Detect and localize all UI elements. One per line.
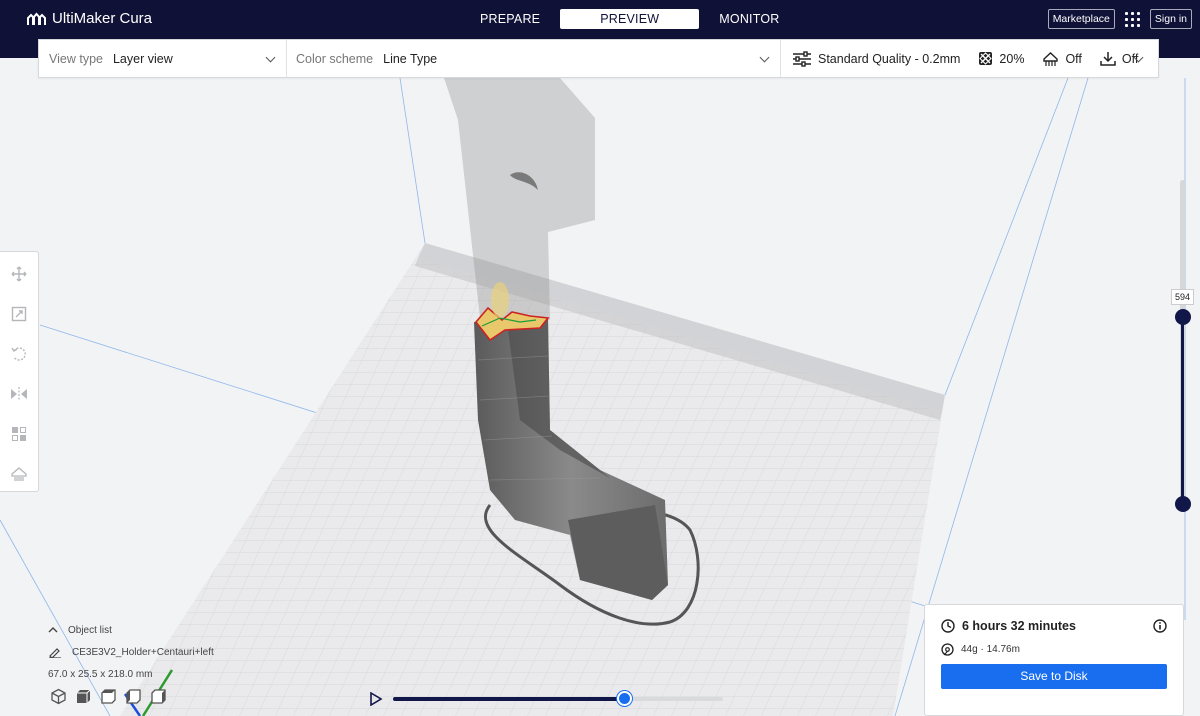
- quality-profile: Standard Quality - 0.2mm: [818, 51, 961, 66]
- layer-range-fill: [1181, 316, 1184, 504]
- adhesion-icon: [1100, 51, 1116, 66]
- rotate-tool-icon[interactable]: [9, 344, 29, 364]
- color-scheme-select[interactable]: Color scheme Line Type: [287, 40, 781, 77]
- mirror-tool-icon[interactable]: [9, 384, 29, 404]
- play-icon[interactable]: [369, 692, 383, 706]
- front-view-icon[interactable]: [75, 688, 92, 705]
- layer-lower-handle[interactable]: [1175, 496, 1191, 512]
- 3d-view-icon[interactable]: [50, 688, 67, 705]
- left-view-icon[interactable]: [125, 688, 142, 705]
- top-view-icon[interactable]: [100, 688, 117, 705]
- ultimaker-logo-icon: [27, 11, 46, 25]
- tab-preview[interactable]: PREVIEW: [560, 9, 700, 29]
- infill-value: 20%: [999, 51, 1025, 66]
- clock-icon: [941, 619, 955, 633]
- layer-number[interactable]: 594: [1171, 289, 1194, 305]
- support-icon: [1043, 51, 1059, 66]
- object-list-label: Object list: [68, 624, 112, 636]
- print-info-panel: 6 hours 32 minutes 44g · 14.76m Save to …: [924, 604, 1184, 716]
- move-tool-icon[interactable]: [9, 264, 29, 284]
- edit-pencil-icon: [49, 648, 61, 658]
- info-icon[interactable]: [1153, 619, 1167, 633]
- object-list-toggle[interactable]: Object list: [48, 619, 214, 641]
- app-name: UltiMaker Cura: [52, 10, 153, 27]
- stage-tabs: PREPARE PREVIEW MONITOR: [460, 9, 799, 29]
- color-scheme-label: Color scheme: [296, 51, 374, 66]
- spool-icon: [941, 643, 954, 656]
- tool-panel: [0, 251, 39, 492]
- tab-monitor[interactable]: MONITOR: [699, 9, 799, 29]
- print-settings-button[interactable]: Standard Quality - 0.2mm 20% Off Off: [781, 40, 1158, 77]
- chevron-up-icon: [48, 627, 58, 633]
- apps-grid-icon[interactable]: [1124, 11, 1140, 27]
- camera-view-buttons: [50, 688, 167, 705]
- chevron-down-icon: [265, 52, 276, 63]
- view-type-label: View type: [49, 51, 103, 66]
- layer-upper-handle[interactable]: [1175, 309, 1191, 325]
- color-scheme-value: Line Type: [383, 51, 438, 66]
- view-toolbar: View type Layer view Color scheme Line T…: [38, 39, 1159, 78]
- infill-icon: [979, 52, 993, 65]
- object-name: CE3E3V2_Holder+Centauri+left: [72, 646, 214, 658]
- support-blocker-icon[interactable]: [9, 464, 29, 484]
- save-to-disk-button[interactable]: Save to Disk: [941, 664, 1167, 689]
- view-type-value: Layer view: [112, 51, 173, 66]
- object-list-panel: Object list CE3E3V2_Holder+Centauri+left…: [48, 619, 214, 685]
- per-model-settings-icon[interactable]: [9, 424, 29, 444]
- material-usage: 44g · 14.76m: [961, 644, 1020, 655]
- path-slider-handle[interactable]: [617, 691, 632, 706]
- app-logo: UltiMaker Cura: [27, 10, 152, 27]
- chevron-down-icon: [759, 52, 770, 63]
- support-value: Off: [1065, 51, 1082, 66]
- sign-in-button[interactable]: Sign in: [1149, 9, 1192, 29]
- right-view-icon[interactable]: [150, 688, 167, 705]
- settings-sliders-icon: [793, 50, 811, 67]
- object-dimensions: 67.0 x 25.5 x 218.0 mm: [48, 668, 153, 680]
- print-time: 6 hours 32 minutes: [962, 619, 1076, 633]
- tab-prepare[interactable]: PREPARE: [460, 9, 560, 29]
- marketplace-button[interactable]: Marketplace: [1047, 9, 1115, 29]
- view-type-select[interactable]: View type Layer view: [39, 40, 287, 77]
- object-name-row[interactable]: CE3E3V2_Holder+Centauri+left: [48, 641, 214, 663]
- scale-tool-icon[interactable]: [9, 304, 29, 324]
- path-slider-fill: [393, 697, 624, 701]
